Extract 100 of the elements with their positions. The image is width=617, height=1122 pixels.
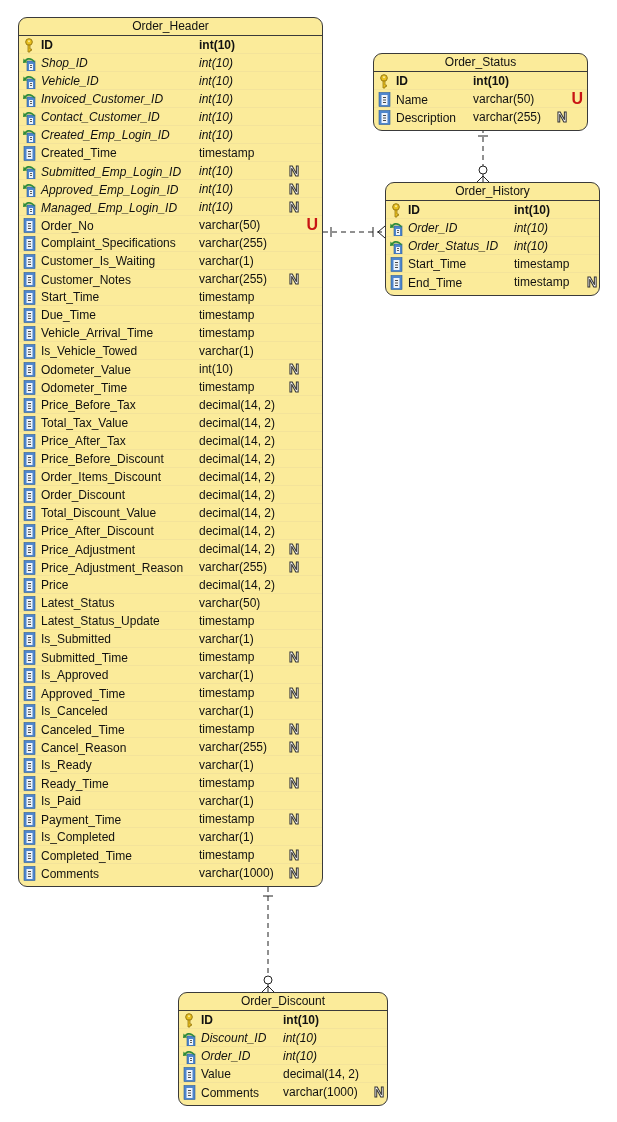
column-arrow-icon [389,220,404,236]
column-type: timestamp [199,649,256,666]
column-type: decimal(14, 2) [199,541,277,558]
column-type: varchar(255) [199,559,269,576]
column-icon [22,631,37,647]
nullable-marker: N [289,685,300,701]
column-type: int(10) [199,73,234,90]
column-name: Price_Adjustment_Reason [41,559,184,577]
column-name: ID [41,37,53,54]
column-type: timestamp [199,325,256,342]
column-arrow-icon [182,1048,197,1064]
nullable-marker: N [289,541,300,557]
nullable-marker: N [557,109,568,125]
column-name: Shop_ID [41,55,88,72]
column-name: Price_Adjustment [41,541,136,559]
column-icon [182,1085,197,1100]
column-type: timestamp [199,613,256,630]
column-icon [22,505,37,521]
nullable-marker: N [289,559,300,575]
column-name: ID [201,1012,213,1029]
column-icon [22,523,37,539]
column-name: Submitted_Emp_Login_ID [41,163,182,181]
column-name: Created_Time [41,145,117,162]
column-name: Customer_Is_Waiting [41,253,156,270]
column-name: Total_Discount_Value [41,505,157,522]
column-name: Order_Discount [41,487,126,504]
column-type: timestamp [514,274,571,291]
column-type: int(10) [199,163,234,180]
column-name: Ready_Time [41,775,109,793]
column-type: timestamp [199,685,256,702]
column-type: varchar(1) [199,667,255,684]
column-type: int(10) [283,1030,318,1047]
column-icon [22,307,37,323]
column-name: ID [396,73,408,90]
column-type: varchar(1000) [199,865,275,882]
relationship-line [322,225,386,239]
column-name: Description [396,109,457,127]
column-type: varchar(1) [199,829,255,846]
column-name: Price [41,577,69,594]
column-name: Managed_Emp_Login_ID [41,199,178,217]
column-name: Order_Status_ID [408,238,499,255]
column-name: Complaint_Specifications [41,235,176,252]
nullable-marker: N [289,739,300,755]
column-icon [22,829,37,845]
column-type: varchar(255) [199,739,269,756]
column-name: Price_After_Tax [41,433,126,450]
column-name: Order_ID [201,1048,251,1065]
column-type: varchar(50) [473,91,536,108]
column-type: varchar(50) [199,595,262,612]
column-icon [22,451,37,467]
column-type: timestamp [199,811,256,828]
column-icon [22,289,37,305]
column-type: decimal(14, 2) [283,1066,361,1083]
column-arrow-icon [22,73,37,89]
column-type: int(10) [199,109,234,126]
column-icon [22,595,37,611]
column-type: decimal(14, 2) [199,451,277,468]
column-type: varchar(1000) [283,1084,359,1101]
column-name: Name [396,91,428,109]
column-icon [22,469,37,485]
column-name: Latest_Status [41,595,115,612]
column-icon [182,1066,197,1082]
column-name: Is_Paid [41,793,82,810]
column-type: int(10) [199,37,236,54]
column-type: int(10) [514,202,551,219]
column-type: timestamp [199,289,256,306]
nullable-marker: N [289,775,300,791]
column-type: decimal(14, 2) [199,433,277,450]
column-type: varchar(255) [473,109,543,126]
column-icon [22,848,37,863]
column-icon [22,757,37,773]
column-name: Vehicle_Arrival_Time [41,325,154,342]
column-type: decimal(14, 2) [199,415,277,432]
column-type: int(10) [199,127,234,144]
column-icon [22,218,37,233]
column-name: Price_After_Discount [41,523,154,540]
column-arrow-icon [22,109,37,125]
column-name: Price_Before_Tax [41,397,136,414]
column-type: int(10) [199,181,234,198]
column-name: Order_No [41,217,94,235]
column-icon [22,235,37,251]
column-icon [22,650,37,665]
column-icon [22,577,37,593]
column-icon [22,397,37,413]
column-icon [22,776,37,791]
column-type: decimal(14, 2) [199,469,277,486]
table-title: Order_Discount [179,993,387,1011]
column-type: varchar(1) [199,757,255,774]
column-type: decimal(14, 2) [199,505,277,522]
column-arrow-icon [22,200,37,215]
column-type: varchar(1) [199,253,255,270]
column-name: Approved_Emp_Login_ID [41,181,179,199]
nullable-marker: N [289,847,300,863]
column-type: int(10) [199,91,234,108]
column-icon [22,667,37,683]
column-name: Price_Before_Discount [41,451,164,468]
nullable-marker: N [289,361,300,377]
nullable-marker: N [289,163,300,179]
column-type: timestamp [514,256,571,273]
column-icon [22,740,37,755]
